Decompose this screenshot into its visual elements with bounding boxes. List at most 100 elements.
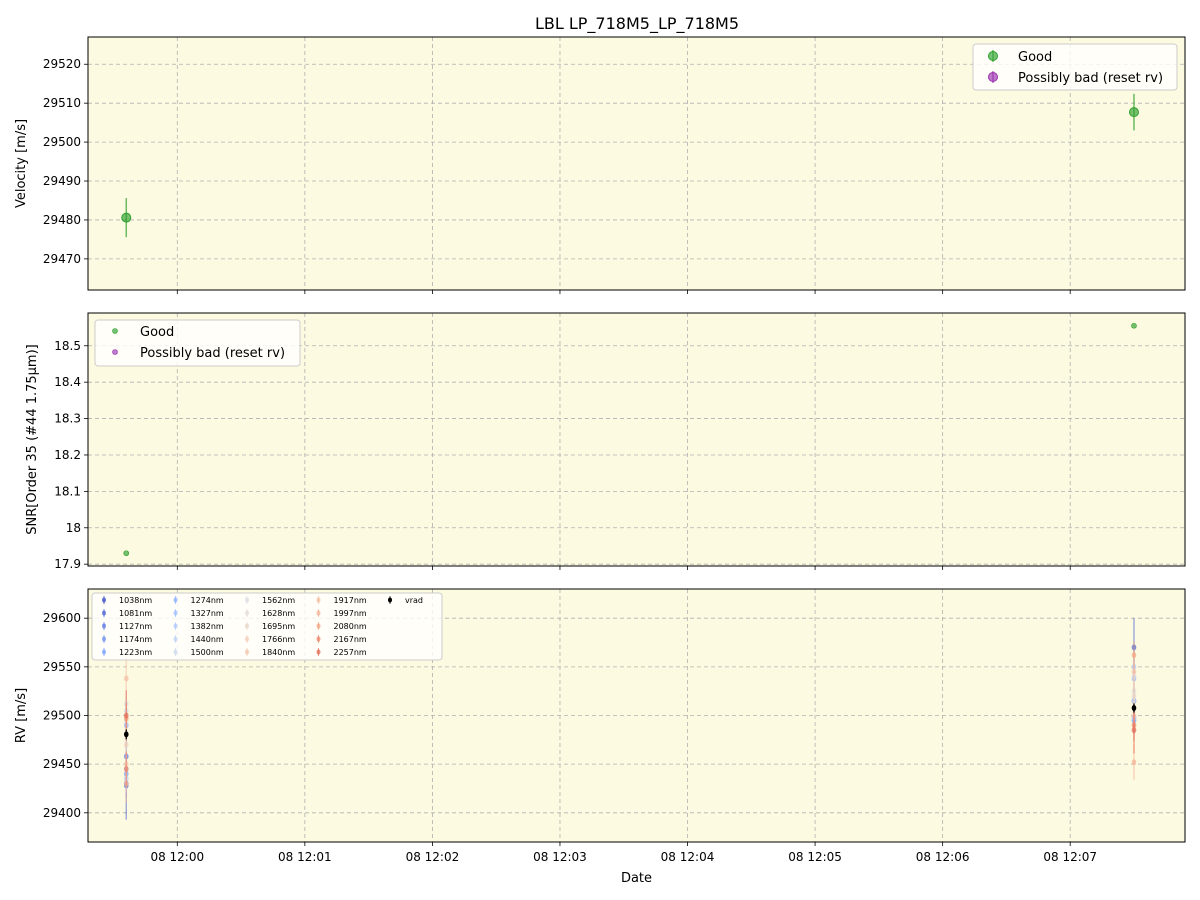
data-point [1131, 759, 1137, 766]
legend-marker [102, 649, 106, 655]
legend-label: 2257nm [334, 648, 367, 657]
legend-marker [112, 349, 118, 355]
legend-marker [316, 610, 321, 616]
legend-label: 1997nm [334, 609, 367, 618]
data-point [1131, 322, 1137, 329]
legend-marker [988, 72, 998, 82]
y-tick-label: 29550 [43, 660, 81, 674]
panels: 29470 29480 29490 29500 29510 29520 Velocity [… [14, 36, 1186, 886]
y-axis-label: RV [m/s] [14, 688, 29, 743]
x-tick-label: 08 12:05 [788, 850, 842, 864]
y-tick-label: 29600 [43, 611, 81, 625]
legend-marker [388, 597, 392, 603]
legend-label: 1274nm [191, 596, 224, 605]
x-tick-label: 08 12:04 [661, 850, 715, 864]
legend-marker [988, 51, 998, 61]
legend-label: Possibly bad (reset rv) [1018, 71, 1163, 86]
y-axis-label: Velocity [m/s] [14, 119, 29, 208]
data-point [1131, 705, 1137, 712]
x-tick-label: 08 12:01 [278, 850, 332, 864]
legend-label: 1174nm [119, 635, 152, 644]
legend-label: 2080nm [334, 622, 367, 631]
data-point [121, 212, 132, 223]
y-tick-label: 18.4 [54, 375, 81, 389]
y-tick-label: 29450 [43, 757, 81, 771]
legend-label: 1628nm [262, 609, 295, 618]
y-tick-label: 17.9 [54, 557, 81, 571]
data-point [123, 731, 129, 738]
x-tick-label: 08 12:03 [533, 850, 587, 864]
legend-marker [173, 636, 178, 642]
legend-marker [245, 649, 249, 655]
y-tick-label: 18.2 [54, 448, 81, 462]
x-tick-label: 08 12:06 [916, 850, 970, 864]
legend-label: 1081nm [119, 609, 152, 618]
y-tick-label: 29490 [43, 174, 81, 188]
y-tick-label: 29520 [43, 57, 81, 71]
data-point [1131, 652, 1137, 659]
legend-marker [173, 597, 178, 603]
y-tick-label: 29400 [43, 806, 81, 820]
legend-label: Possibly bad (reset rv) [140, 346, 285, 361]
y-tick-label: 29510 [43, 96, 81, 110]
legend-marker [173, 649, 178, 655]
data-point [123, 766, 129, 773]
y-tick-label: 18.5 [54, 339, 81, 353]
legend-marker [102, 636, 106, 642]
data-point [123, 741, 129, 748]
figure-title: LBL LP_718M5_LP_718M5 [535, 14, 739, 34]
y-tick-label: 18 [66, 521, 81, 535]
legend-marker [102, 623, 106, 629]
legend-marker [316, 597, 321, 603]
y-tick-label: 29480 [43, 213, 81, 227]
legend-marker [102, 597, 106, 603]
legend-label: vrad [405, 596, 423, 605]
panel-velocity: 29470 29480 29490 29500 29510 29520 Velocity [… [14, 36, 1186, 294]
data-point [1131, 693, 1137, 700]
x-tick-label: 08 12:02 [406, 850, 460, 864]
legend-label: 1695nm [262, 622, 295, 631]
legend-marker [173, 623, 178, 629]
figure: LBL LP_718M5_LP_718M5 29470 29480 29490 295… [14, 14, 1186, 886]
legend: 1038nm 1081nm 1127nm 1174nm 1223nm 1274nm 1327… [91, 592, 443, 661]
y-tick-label: 18.3 [54, 412, 81, 426]
legend-label: Good [140, 325, 174, 340]
legend: Good Possibly bad (reset rv) [972, 43, 1178, 91]
legend-label: 1127nm [119, 622, 152, 631]
legend-label: 1440nm [191, 635, 224, 644]
y-tick-label: 18.1 [54, 484, 81, 498]
data-point [123, 675, 129, 682]
legend-label: 1766nm [262, 635, 295, 644]
y-tick-label: 29500 [43, 709, 81, 723]
panel-snr: 17.9 18 18.1 18.2 18.3 18.4 18.5 SNR[Order 35 (… [25, 312, 1186, 571]
x-tick-label: 08 12:00 [150, 850, 204, 864]
legend-label: Good [1018, 50, 1052, 65]
y-axis-label: SNR[Order 35 (#44 1.75μm)] [25, 344, 40, 535]
legend-label: 1327nm [191, 609, 224, 618]
y-tick-label: 29500 [43, 135, 81, 149]
legend-marker [245, 623, 249, 629]
legend-label: 1223nm [119, 648, 152, 657]
data-point [123, 550, 130, 557]
legend-marker [245, 610, 249, 616]
legend: Good Possibly bad (reset rv) [94, 319, 301, 367]
legend-marker [316, 649, 321, 655]
data-point [1131, 727, 1137, 734]
legend-marker [245, 636, 249, 642]
legend-label: 1840nm [262, 648, 295, 657]
legend-label: 1382nm [191, 622, 224, 631]
legend-marker [245, 597, 249, 603]
x-axis-label: Date [621, 871, 652, 886]
legend-marker [102, 610, 106, 616]
legend-marker [316, 623, 321, 629]
data-point [123, 712, 129, 719]
legend-marker [112, 328, 118, 334]
legend-label: 1562nm [262, 596, 295, 605]
panel-rv: 08 12:00 08 12:01 08 12:02 08 12:03 08 12:04… [14, 588, 1186, 886]
legend-label: 1038nm [119, 596, 152, 605]
legend-marker [316, 636, 321, 642]
legend-label: 2167nm [334, 635, 367, 644]
legend-marker [173, 610, 178, 616]
data-point [1131, 668, 1137, 675]
x-tick-label: 08 12:07 [1043, 850, 1097, 864]
